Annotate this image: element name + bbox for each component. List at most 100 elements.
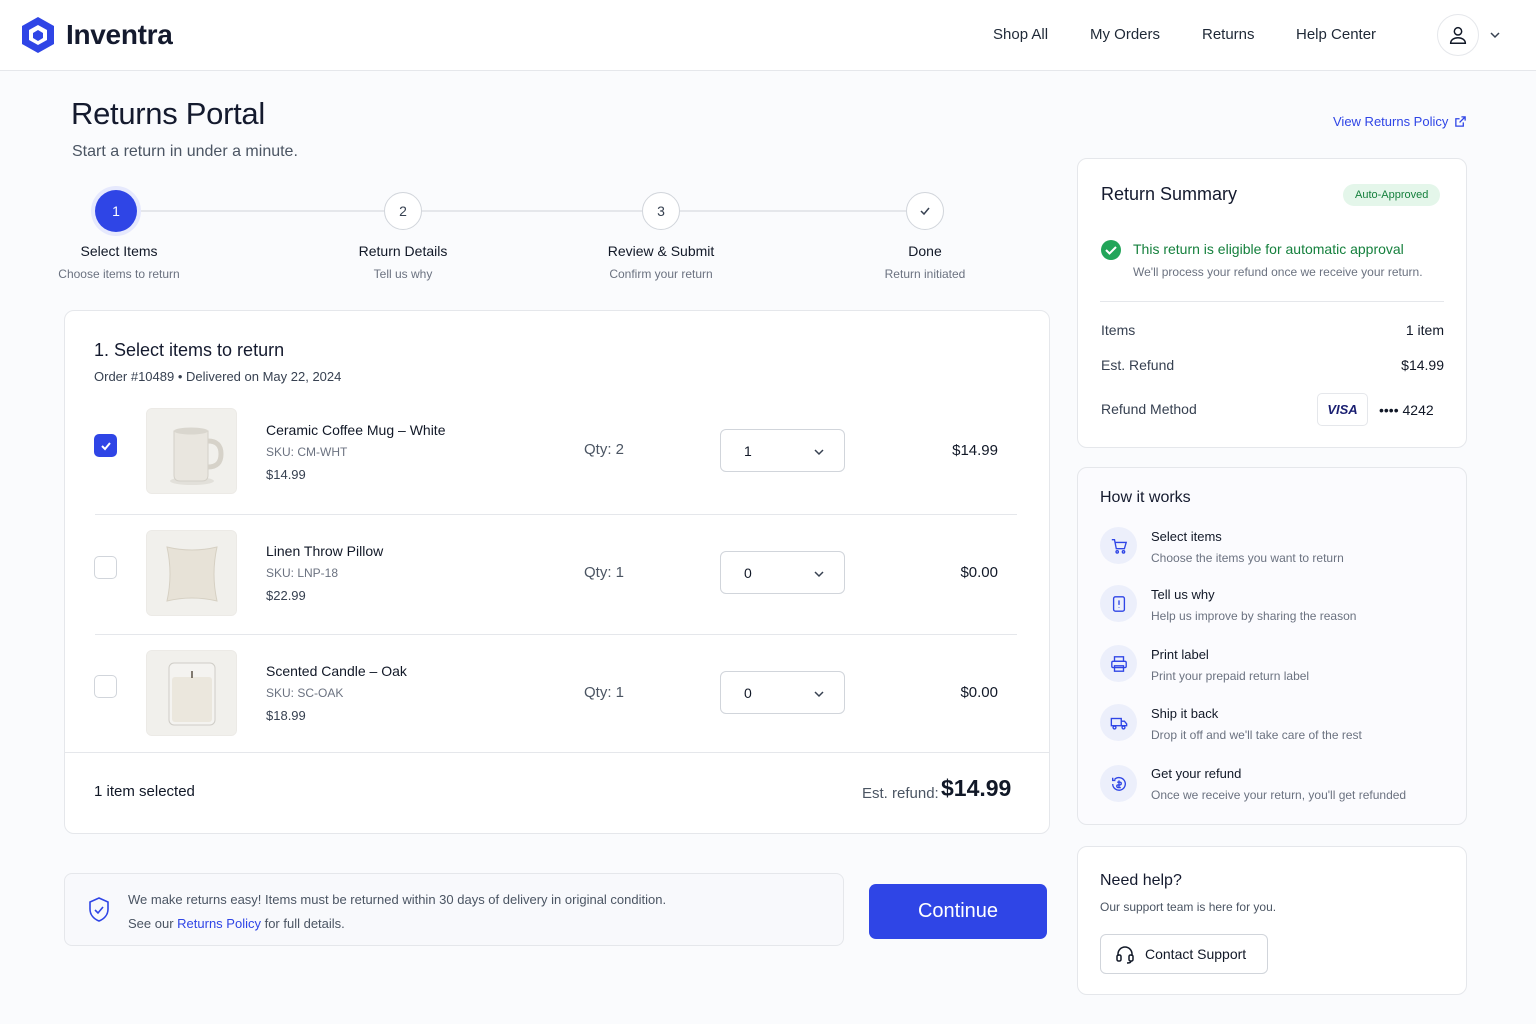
summary-title: Return Summary bbox=[1101, 184, 1238, 204]
step-2-sub: Tell us why bbox=[373, 267, 433, 281]
card-footer-divider bbox=[65, 752, 1049, 753]
nav-shop-all[interactable]: Shop All bbox=[993, 26, 1048, 43]
candle-image bbox=[147, 651, 236, 735]
item-checkbox-pillow[interactable] bbox=[94, 556, 117, 579]
truck-icon bbox=[1100, 704, 1137, 741]
chevron-down-icon bbox=[814, 691, 824, 698]
nav-my-orders[interactable]: My Orders bbox=[1090, 26, 1160, 43]
ordered-qty: Qty: 2 bbox=[584, 441, 625, 458]
check-icon bbox=[100, 441, 111, 450]
eligibility-subtitle: We'll process your refund once we receiv… bbox=[1133, 265, 1423, 279]
chevron-down-icon[interactable] bbox=[1488, 28, 1502, 42]
help-title: Need help? bbox=[1100, 872, 1182, 889]
return-qty-value: 1 bbox=[744, 443, 752, 459]
brand-name: Inventra bbox=[66, 19, 173, 50]
product-price: $22.99 bbox=[266, 588, 306, 603]
printer-icon bbox=[1100, 645, 1137, 682]
step-1-circle[interactable]: 1 bbox=[95, 190, 137, 232]
page-subtitle: Start a return in under a minute. bbox=[72, 143, 298, 160]
status-badge: Auto-Approved bbox=[1343, 184, 1441, 206]
product-sku: SKU: LNP-18 bbox=[266, 566, 339, 580]
card-number: •••• 4242 bbox=[1379, 402, 1434, 418]
item-checkbox-candle[interactable] bbox=[94, 675, 117, 698]
stepper-connector bbox=[137, 210, 384, 212]
return-qty-select[interactable]: 0 bbox=[720, 671, 845, 714]
return-qty-select[interactable]: 0 bbox=[720, 551, 845, 594]
step-2-circle[interactable]: 2 bbox=[384, 192, 422, 230]
account-avatar[interactable] bbox=[1437, 14, 1479, 56]
returns-notice: We make returns easy! Items must be retu… bbox=[64, 873, 844, 946]
how-step-title: Print label bbox=[1151, 647, 1209, 662]
item-checkbox-mug[interactable] bbox=[94, 434, 117, 457]
summary-divider bbox=[1100, 301, 1444, 302]
contact-support-label: Contact Support bbox=[1145, 946, 1247, 962]
chevron-down-icon bbox=[814, 449, 824, 456]
logo-icon bbox=[22, 17, 54, 53]
refund-icon bbox=[1100, 765, 1137, 802]
product-price: $18.99 bbox=[266, 708, 306, 723]
stepper-connector bbox=[680, 210, 906, 212]
how-step-desc: Print your prepaid return label bbox=[1151, 669, 1310, 683]
order-meta: Order #10489 • Delivered on May 22, 2024 bbox=[94, 369, 342, 384]
eligibility-title: This return is eligible for automatic ap… bbox=[1133, 241, 1404, 257]
top-header: Inventra Shop All My Orders Returns Help… bbox=[0, 0, 1536, 71]
notice-text-after: for full details. bbox=[260, 916, 345, 931]
document-icon bbox=[1100, 585, 1137, 622]
ordered-qty: Qty: 1 bbox=[584, 684, 625, 701]
refund-label: Est. Refund bbox=[1101, 357, 1175, 373]
how-title: How it works bbox=[1100, 489, 1191, 506]
stepper-connector bbox=[422, 210, 642, 212]
product-thumbnail-candle bbox=[146, 650, 237, 736]
row-refund-amount: $0.00 bbox=[960, 564, 998, 581]
product-price: $14.99 bbox=[266, 467, 306, 482]
check-circle-icon bbox=[1101, 240, 1121, 260]
continue-button[interactable]: Continue bbox=[869, 884, 1047, 939]
step-4-sub: Return initiated bbox=[884, 267, 966, 281]
visa-card-icon: VISA bbox=[1317, 393, 1368, 426]
page-title: Returns Portal bbox=[71, 96, 265, 131]
est-refund-label: Est. refund: bbox=[862, 785, 939, 802]
nav-returns[interactable]: Returns bbox=[1202, 26, 1255, 43]
ordered-qty: Qty: 1 bbox=[584, 564, 625, 581]
product-name: Linen Throw Pillow bbox=[266, 543, 384, 559]
items-value: 1 item bbox=[1405, 322, 1444, 338]
how-it-works-card: How it works Select items Choose the ite… bbox=[1077, 467, 1467, 825]
product-thumbnail-mug bbox=[146, 408, 237, 494]
row-divider bbox=[95, 514, 1017, 515]
product-name: Ceramic Coffee Mug – White bbox=[266, 422, 446, 438]
how-step-title: Ship it back bbox=[1151, 706, 1219, 721]
nav-help-center[interactable]: Help Center bbox=[1296, 26, 1376, 43]
contact-support-button[interactable]: Contact Support bbox=[1100, 934, 1268, 974]
row-refund-amount: $14.99 bbox=[952, 442, 998, 459]
step-3-label: Review & Submit bbox=[607, 243, 715, 259]
section-title: 1. Select items to return bbox=[94, 340, 285, 360]
return-qty-select[interactable]: 1 bbox=[720, 429, 845, 472]
help-subtitle: Our support team is here for you. bbox=[1100, 900, 1277, 914]
step-4-circle[interactable] bbox=[906, 192, 944, 230]
returns-policy-link[interactable]: Returns Policy bbox=[177, 916, 261, 931]
how-step-title: Select items bbox=[1151, 529, 1222, 544]
est-refund-value: $14.99 bbox=[941, 775, 1012, 801]
selected-count: 1 item selected bbox=[94, 783, 195, 800]
step-1-label: Select Items bbox=[80, 243, 158, 259]
notice-policy-line: See our Returns Policy for full details. bbox=[128, 916, 345, 931]
return-summary-card: Return Summary Auto-Approved This return… bbox=[1077, 158, 1467, 448]
chevron-down-icon bbox=[814, 571, 824, 578]
how-step-title: Tell us why bbox=[1151, 587, 1215, 602]
shield-check-icon bbox=[89, 897, 109, 922]
return-qty-value: 0 bbox=[744, 685, 752, 701]
external-link-icon bbox=[1455, 116, 1467, 127]
brand-logo[interactable]: Inventra bbox=[20, 16, 173, 54]
product-sku: SKU: CM-WHT bbox=[266, 445, 348, 459]
user-icon bbox=[1449, 26, 1467, 44]
mug-image bbox=[147, 409, 236, 493]
product-thumbnail-pillow bbox=[146, 530, 237, 616]
product-name: Scented Candle – Oak bbox=[266, 663, 407, 679]
step-2-label: Return Details bbox=[358, 243, 448, 259]
row-divider bbox=[95, 634, 1017, 635]
items-label: Items bbox=[1101, 322, 1136, 338]
view-returns-policy-link[interactable]: View Returns Policy bbox=[1333, 114, 1467, 129]
step-3-circle[interactable]: 3 bbox=[642, 192, 680, 230]
refund-value: $14.99 bbox=[1401, 357, 1444, 373]
how-step-desc: Once we receive your return, you'll get … bbox=[1151, 788, 1407, 802]
